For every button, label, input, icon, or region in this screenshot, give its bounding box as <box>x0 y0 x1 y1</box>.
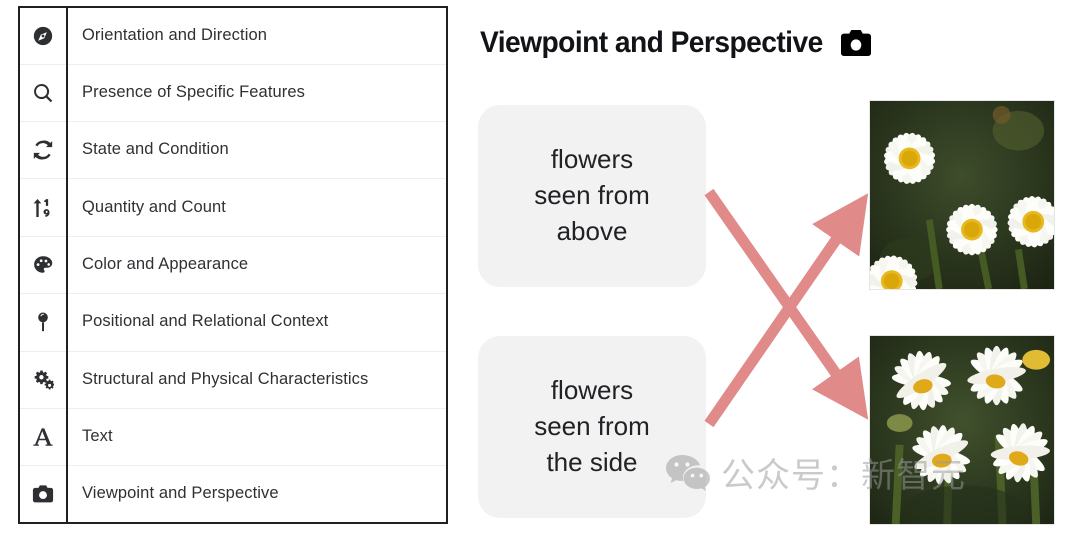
table-row[interactable]: Structural and Physical Characteristics <box>20 351 446 409</box>
table-row-icon-cell <box>20 408 68 466</box>
table-row-label: Orientation and Direction <box>82 25 268 44</box>
table-row-label: Presence of Specific Features <box>82 82 306 101</box>
page-title: Viewpoint and Perspective <box>480 26 872 60</box>
arrow-side-to-above <box>704 193 869 428</box>
search-icon <box>32 82 54 104</box>
page-title-text: Viewpoint and Perspective <box>480 26 823 59</box>
table-row-icon-cell <box>20 465 68 522</box>
watermark-text: 公众号：新智元 <box>721 456 966 496</box>
table-row-label: Structural and Physical Characteristics <box>82 369 369 388</box>
map-pin-icon <box>32 311 54 333</box>
table-row[interactable]: Positional and Relational Context <box>20 293 446 351</box>
table-row-icon-cell <box>20 236 68 294</box>
table-row-icon-cell <box>20 8 68 65</box>
arrow-above-to-side <box>704 188 869 420</box>
table-row-icon-cell <box>20 178 68 237</box>
label-card-above-text: flowers seen from above <box>534 144 650 246</box>
table-row[interactable]: Quantity and Count <box>20 178 446 237</box>
text-a-icon <box>32 426 54 448</box>
table-row-icon-cell <box>20 64 68 122</box>
table-row[interactable]: Presence of Specific Features <box>20 64 446 122</box>
label-card-above: flowers seen from above <box>478 105 706 287</box>
table-row-label: Text <box>82 427 113 446</box>
camera-icon <box>841 30 872 56</box>
table-row-icon-cell <box>20 351 68 409</box>
table-row-label: Positional and Relational Context <box>82 312 329 331</box>
table-row-icon-cell <box>20 121 68 179</box>
photo-flowers-from-above <box>869 100 1055 290</box>
category-table: Orientation and Direction Presence of Spe… <box>18 6 448 524</box>
camera-icon <box>32 483 54 505</box>
table-row-label: Viewpoint and Perspective <box>82 484 279 503</box>
table-row-label: State and Condition <box>82 140 229 159</box>
table-row[interactable]: Orientation and Direction <box>20 8 446 65</box>
sort-numeric-icon <box>32 197 54 219</box>
palette-icon <box>32 254 54 276</box>
table-row-label: Quantity and Count <box>82 197 226 216</box>
sync-icon <box>32 139 54 161</box>
screenshot-root: Orientation and Direction Presence of Spe… <box>0 0 1080 544</box>
compass-icon <box>32 25 54 47</box>
gears-icon <box>32 369 54 391</box>
table-row[interactable]: State and Condition <box>20 121 446 179</box>
viewpoint-panel: Viewpoint and Perspective flowers seen f… <box>460 0 1080 544</box>
wechat-icon <box>665 453 711 493</box>
table-row[interactable]: Viewpoint and Perspective <box>20 465 446 522</box>
table-row[interactable]: Color and Appearance <box>20 236 446 294</box>
label-card-side-text: flowers seen from the side <box>534 375 650 477</box>
table-row-icon-cell <box>20 293 68 351</box>
table-row[interactable]: Text <box>20 408 446 466</box>
wechat-watermark: 公众号：新智元 <box>665 448 966 497</box>
table-row-label: Color and Appearance <box>82 255 249 273</box>
